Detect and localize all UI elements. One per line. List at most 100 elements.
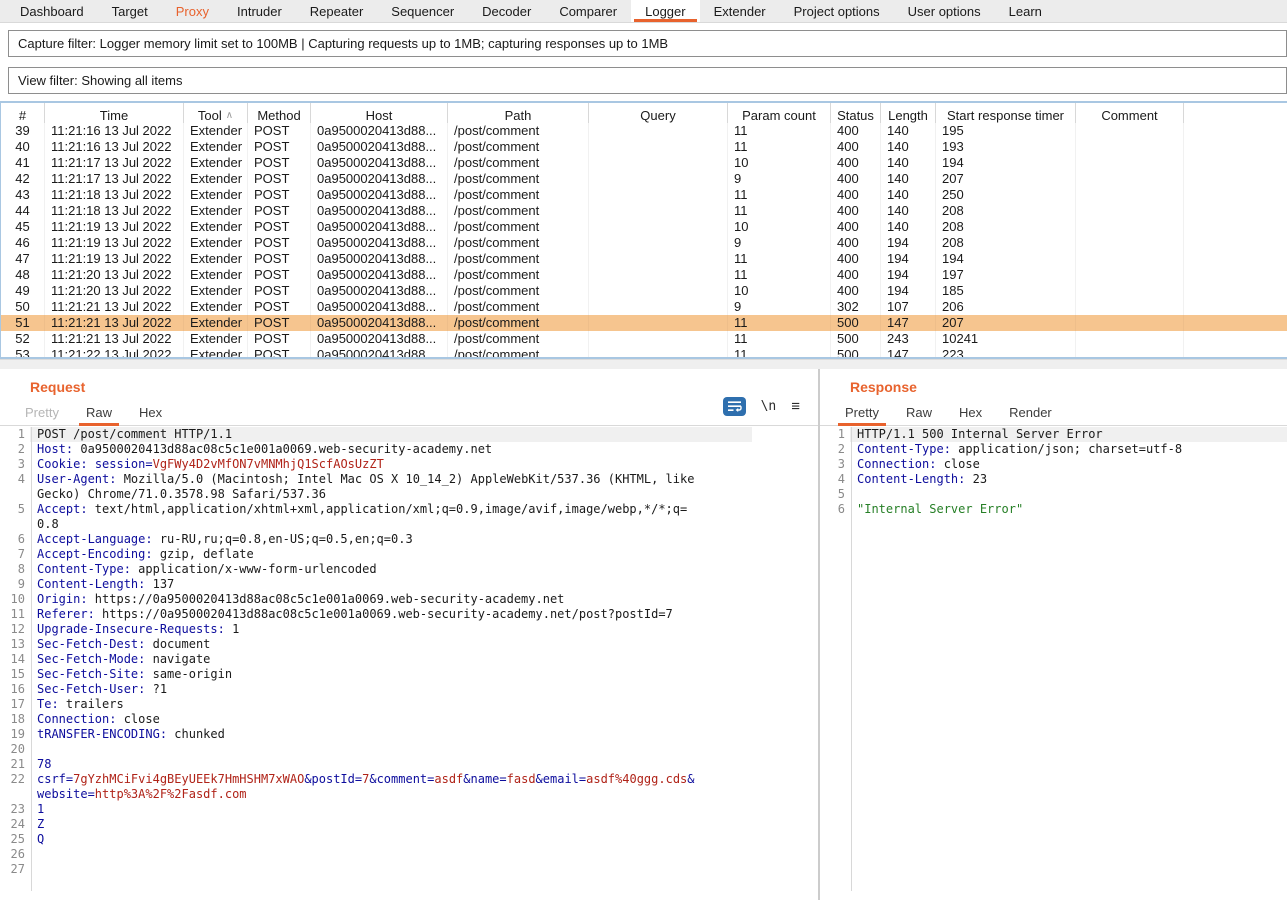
line-number-separator [31,427,32,891]
log-row-45[interactable]: 4511:21:19 13 Jul 2022ExtenderPOST0a9500… [1,219,1287,235]
cell-path: /post/comment [448,155,589,171]
cell-time: 11:21:20 13 Jul 2022 [45,267,184,283]
log-row-46[interactable]: 4611:21:19 13 Jul 2022ExtenderPOST0a9500… [1,235,1287,251]
cell-query [589,219,728,235]
menu-tab-target[interactable]: Target [98,0,162,22]
menu-tab-decoder[interactable]: Decoder [468,0,545,22]
menu-tab-dashboard[interactable]: Dashboard [6,0,98,22]
horizontal-splitter[interactable] [0,359,1287,369]
menu-tab-project-options[interactable]: Project options [780,0,894,22]
request-line-1: 1POST /post/comment HTTP/1.1 [0,427,818,442]
cell-start_response_timer: 223 [936,347,1076,359]
cell-tool: Extender [184,267,248,283]
request-line-text: Q [30,832,752,847]
request-line-9: 9Content-Length: 137 [0,577,818,592]
log-row-41[interactable]: 4111:21:17 13 Jul 2022ExtenderPOST0a9500… [1,155,1287,171]
cell-method: POST [248,155,311,171]
line-number: 6 [0,532,30,547]
log-row-51[interactable]: 5111:21:21 13 Jul 2022ExtenderPOST0a9500… [1,315,1287,331]
cell-length: 147 [881,315,936,331]
logger-entries-table[interactable]: #TimeTool∧MethodHostPathQueryParam count… [0,101,1287,359]
cell-length: 194 [881,267,936,283]
menu-tab-repeater[interactable]: Repeater [296,0,377,22]
menu-tab-extender[interactable]: Extender [700,0,780,22]
cell-method: POST [248,219,311,235]
cell-path: /post/comment [448,331,589,347]
resp-tab-render[interactable]: Render [1009,405,1052,425]
cell-host: 0a9500020413d88... [311,267,448,283]
cell-query [589,315,728,331]
req-tab-pretty[interactable]: Pretty [25,405,59,425]
request-line-7: 7Accept-Encoding: gzip, deflate [0,547,818,562]
cell-time: 11:21:19 13 Jul 2022 [45,235,184,251]
log-row-42[interactable]: 4211:21:17 13 Jul 2022ExtenderPOST0a9500… [1,171,1287,187]
log-row-50[interactable]: 5011:21:21 13 Jul 2022ExtenderPOST0a9500… [1,299,1287,315]
cell-start_response_timer: 197 [936,267,1076,283]
cell-method: POST [248,331,311,347]
req-tab-hex[interactable]: Hex [139,405,162,425]
column-label: Length [888,108,928,123]
cell-tool: Extender [184,219,248,235]
cell-path: /post/comment [448,219,589,235]
cell-length: 140 [881,139,936,155]
log-row-39[interactable]: 3911:21:16 13 Jul 2022ExtenderPOST0a9500… [1,123,1287,139]
request-tabs: PrettyRawHex \n ≡ [0,403,818,426]
cell-length: 147 [881,347,936,359]
newline-chars-icon[interactable]: \n [761,399,777,414]
req-tab-raw[interactable]: Raw [86,405,112,425]
line-number: 3 [820,457,850,472]
cell-tool: Extender [184,139,248,155]
menu-tab-learn[interactable]: Learn [995,0,1056,22]
line-number: 2 [820,442,850,457]
cell-time: 11:21:19 13 Jul 2022 [45,251,184,267]
view-filter-bar[interactable]: View filter: Showing all items [8,67,1287,94]
cell-path: /post/comment [448,315,589,331]
menu-tab-proxy[interactable]: Proxy [162,0,223,22]
log-row-52[interactable]: 5211:21:21 13 Jul 2022ExtenderPOST0a9500… [1,331,1287,347]
response-line-1: 1HTTP/1.1 500 Internal Server Error [820,427,1287,442]
request-line-4: 4User-Agent: Mozilla/5.0 (Macintosh; Int… [0,472,818,502]
menu-tab-comparer[interactable]: Comparer [545,0,631,22]
menu-tab-user-options[interactable]: User options [894,0,995,22]
cell-num: 48 [1,267,45,283]
cell-path: /post/comment [448,251,589,267]
log-row-43[interactable]: 4311:21:18 13 Jul 2022ExtenderPOST0a9500… [1,187,1287,203]
request-raw-editor[interactable]: 1POST /post/comment HTTP/1.12Host: 0a950… [0,427,818,895]
cell-query [589,203,728,219]
cell-num: 46 [1,235,45,251]
log-row-48[interactable]: 4811:21:20 13 Jul 2022ExtenderPOST0a9500… [1,267,1287,283]
log-row-47[interactable]: 4711:21:19 13 Jul 2022ExtenderPOST0a9500… [1,251,1287,267]
resp-tab-pretty[interactable]: Pretty [845,405,879,425]
editor-menu-icon[interactable]: ≡ [791,398,800,415]
menu-tab-sequencer[interactable]: Sequencer [377,0,468,22]
line-number: 1 [820,427,850,442]
capture-filter-bar[interactable]: Capture filter: Logger memory limit set … [8,30,1287,57]
menu-tab-logger[interactable]: Logger [631,0,699,22]
cell-length: 243 [881,331,936,347]
resp-tab-hex[interactable]: Hex [959,405,982,425]
log-row-40[interactable]: 4011:21:16 13 Jul 2022ExtenderPOST0a9500… [1,139,1287,155]
request-line-26: 26 [0,847,818,862]
cell-path: /post/comment [448,139,589,155]
cell-start_response_timer: 250 [936,187,1076,203]
line-number: 12 [0,622,30,637]
cell-tool: Extender [184,299,248,315]
column-label: Query [640,108,675,123]
line-number: 22 [0,772,30,802]
log-row-53[interactable]: 5311:21:22 13 Jul 2022ExtenderPOST0a9500… [1,347,1287,359]
cell-status: 500 [831,315,881,331]
request-line-text: Connection: close [30,712,752,727]
cell-time: 11:21:21 13 Jul 2022 [45,331,184,347]
line-number: 21 [0,757,30,772]
menu-tab-intruder[interactable]: Intruder [223,0,296,22]
log-row-49[interactable]: 4911:21:20 13 Jul 2022ExtenderPOST0a9500… [1,283,1287,299]
cell-num: 50 [1,299,45,315]
line-number: 23 [0,802,30,817]
cell-method: POST [248,139,311,155]
resp-tab-raw[interactable]: Raw [906,405,932,425]
log-row-44[interactable]: 4411:21:18 13 Jul 2022ExtenderPOST0a9500… [1,203,1287,219]
response-pretty-editor[interactable]: 1HTTP/1.1 500 Internal Server Error2Cont… [820,427,1287,895]
cell-status: 400 [831,139,881,155]
soft-wrap-icon[interactable] [723,397,746,416]
cell-filler [1184,187,1287,203]
